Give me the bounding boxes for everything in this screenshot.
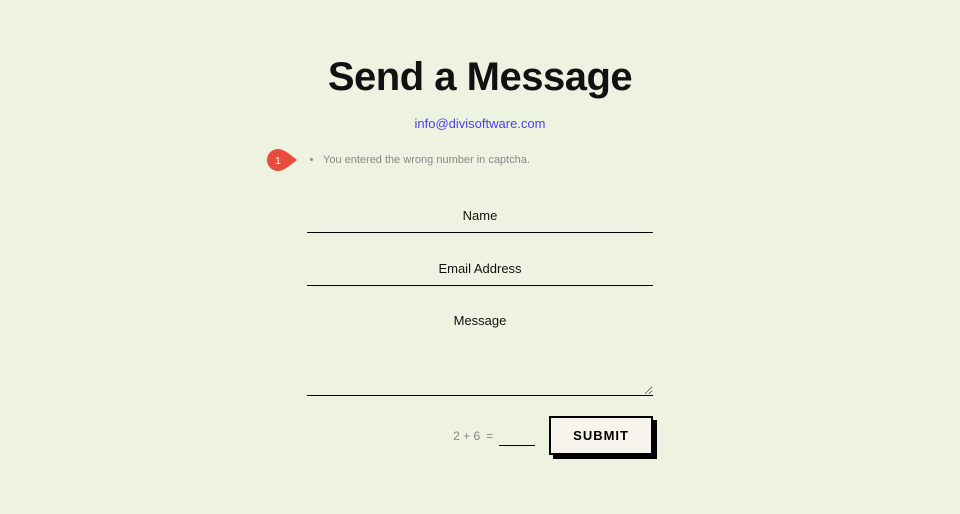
message-field[interactable]	[307, 306, 653, 396]
email-field[interactable]	[307, 253, 653, 286]
captcha-input[interactable]	[499, 426, 535, 446]
name-field[interactable]	[307, 200, 653, 233]
annotation-marker: 1	[267, 149, 297, 171]
error-item: You entered the wrong number in captcha.	[323, 153, 653, 168]
annotation-number: 1	[275, 156, 281, 167]
page-title: Send a Message	[328, 55, 632, 100]
captcha-equals: =	[486, 429, 493, 443]
captcha-question: 2 + 6	[453, 429, 480, 443]
contact-email-link[interactable]: info@divisoftware.com	[415, 116, 546, 131]
contact-form-container: Send a Message info@divisoftware.com 1 Y…	[0, 0, 960, 455]
form-bottom-row: 2 + 6 = SUBMIT	[307, 416, 653, 455]
error-list: You entered the wrong number in captcha.	[307, 153, 653, 168]
contact-form: 2 + 6 = SUBMIT	[307, 200, 653, 455]
captcha-wrap: 2 + 6 =	[453, 426, 535, 446]
submit-button[interactable]: SUBMIT	[549, 416, 653, 455]
error-area: 1 You entered the wrong number in captch…	[307, 153, 653, 175]
